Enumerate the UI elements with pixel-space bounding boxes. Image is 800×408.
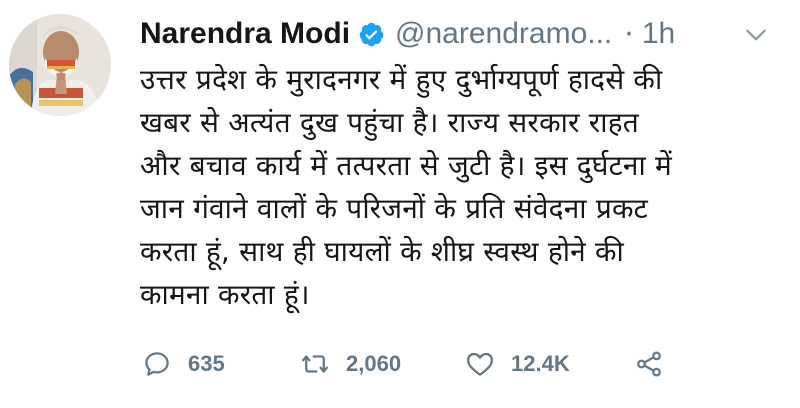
reply-button[interactable]: 635 — [142, 344, 225, 384]
tweet-actions: 635 2,060 12.4K — [140, 344, 790, 384]
chevron-down-icon[interactable] — [743, 22, 769, 48]
avatar-photo — [9, 14, 111, 116]
like-button[interactable]: 12.4K — [465, 344, 570, 384]
retweet-icon — [302, 355, 328, 373]
separator-dot: · — [624, 16, 634, 52]
like-count: 12.4K — [511, 351, 570, 376]
author-handle[interactable]: @narendramo... — [395, 17, 612, 51]
avatar[interactable] — [9, 14, 111, 116]
tweet-text: उत्तर प्रदेश के मुरादनगर में हुए दुर्भाग… — [140, 63, 672, 311]
reply-icon — [145, 352, 169, 376]
tweet-header: Narendra Modi @narendramo... · 1h — [140, 12, 790, 56]
heart-icon — [467, 352, 493, 376]
share-button[interactable] — [634, 344, 664, 384]
share-icon — [637, 351, 661, 377]
reply-count: 635 — [188, 351, 225, 376]
tweet-timestamp[interactable]: 1h — [642, 17, 675, 51]
retweet-button[interactable]: 2,060 — [300, 344, 401, 384]
author-name[interactable]: Narendra Modi — [140, 17, 350, 51]
tweet-card[interactable]: Narendra Modi @narendramo... · 1h उत्तर … — [0, 0, 800, 408]
verified-badge-icon — [359, 22, 384, 46]
retweet-count: 2,060 — [346, 351, 402, 376]
